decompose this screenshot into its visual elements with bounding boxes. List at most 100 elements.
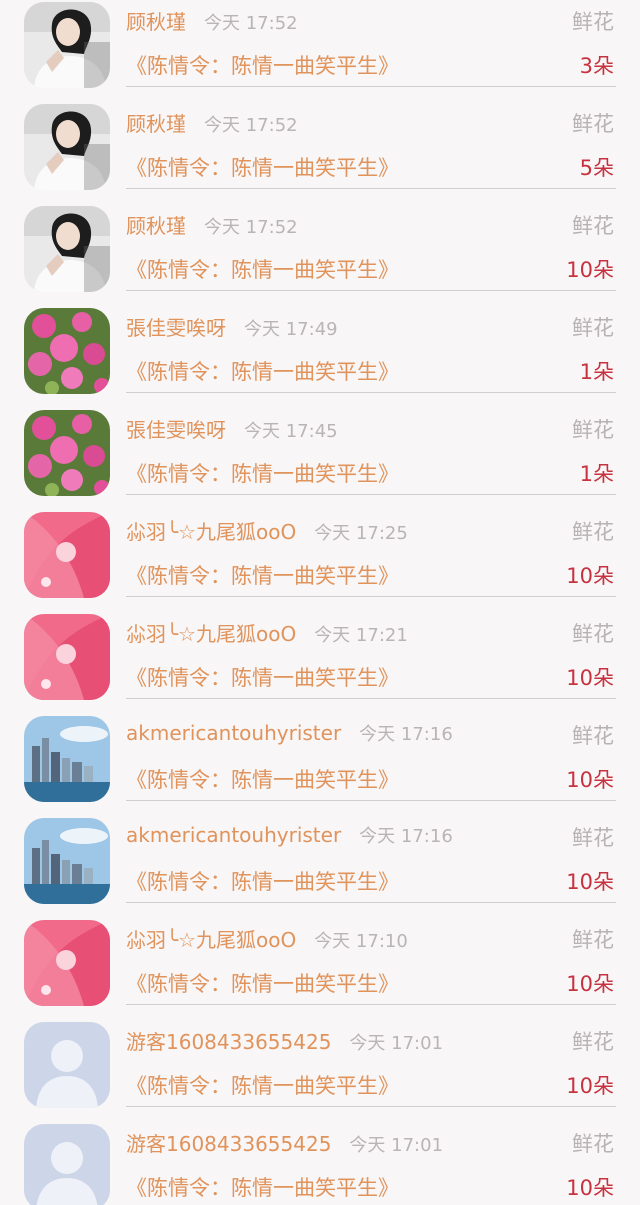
gift-time: 今天 17:21 <box>314 625 408 646</box>
user-avatar[interactable] <box>24 818 110 904</box>
gift-count: 10朵 <box>566 564 614 588</box>
gift-record-list[interactable]: 顾秋瑾 今天 17:52 鲜花 《陈情令：陈情一曲笑平生》 3朵 顾秋瑾 今天 17… <box>0 0 640 1205</box>
book-title[interactable]: 《陈情令：陈情一曲笑平生》 <box>126 254 399 284</box>
user-avatar[interactable] <box>24 2 110 88</box>
user-avatar[interactable] <box>24 308 110 394</box>
user-avatar[interactable] <box>24 206 110 292</box>
user-name[interactable]: akmericantouhyrister <box>126 823 341 847</box>
user-avatar[interactable] <box>24 104 110 190</box>
gift-count: 10朵 <box>566 972 614 996</box>
pink-fox-avatar-image <box>24 614 110 700</box>
gift-time: 今天 17:16 <box>359 826 453 847</box>
row-divider <box>126 596 616 597</box>
user-name[interactable]: 尛羽╰☆九尾狐ooO <box>126 520 296 544</box>
portrait-girl-avatar-image <box>24 206 110 292</box>
user-name[interactable]: 游客1608433655425 <box>126 1030 331 1054</box>
user-name[interactable]: 張佳雯唉呀 <box>126 418 226 442</box>
gift-type: 鲜花 <box>572 214 614 238</box>
book-title[interactable]: 《陈情令：陈情一曲笑平生》 <box>126 152 399 182</box>
gift-count: 5朵 <box>579 156 614 180</box>
gift-record-row[interactable]: 尛羽╰☆九尾狐ooO 今天 17:10 鲜花 《陈情令：陈情一曲笑平生》 10朵 <box>0 920 640 1022</box>
row-divider <box>126 494 616 495</box>
book-title[interactable]: 《陈情令：陈情一曲笑平生》 <box>126 662 399 692</box>
gift-record-row[interactable]: 游客1608433655425 今天 17:01 鲜花 《陈情令：陈情一曲笑平生》… <box>0 1124 640 1205</box>
gift-type: 鲜花 <box>572 418 614 442</box>
gift-record-row[interactable]: 游客1608433655425 今天 17:01 鲜花 《陈情令：陈情一曲笑平生》… <box>0 1022 640 1124</box>
pink-flowers-avatar-image <box>24 308 110 394</box>
user-name[interactable]: 尛羽╰☆九尾狐ooO <box>126 622 296 646</box>
row-divider <box>126 800 616 801</box>
book-title[interactable]: 《陈情令：陈情一曲笑平生》 <box>126 866 399 896</box>
gift-record-row[interactable]: akmericantouhyrister 今天 17:16 鲜花 《陈情令：陈情一… <box>0 818 640 920</box>
gift-count: 10朵 <box>566 870 614 894</box>
gift-record-row[interactable]: 顾秋瑾 今天 17:52 鲜花 《陈情令：陈情一曲笑平生》 10朵 <box>0 206 640 308</box>
gift-record-row[interactable]: 尛羽╰☆九尾狐ooO 今天 17:25 鲜花 《陈情令：陈情一曲笑平生》 10朵 <box>0 512 640 614</box>
gift-record-row[interactable]: 顾秋瑾 今天 17:52 鲜花 《陈情令：陈情一曲笑平生》 3朵 <box>0 2 640 104</box>
user-avatar[interactable] <box>24 512 110 598</box>
user-avatar[interactable] <box>24 1124 110 1205</box>
gift-time: 今天 17:45 <box>244 421 338 442</box>
row-divider <box>126 290 616 291</box>
book-title[interactable]: 《陈情令：陈情一曲笑平生》 <box>126 560 399 590</box>
pink-fox-avatar-image <box>24 512 110 598</box>
gift-time: 今天 17:01 <box>349 1033 444 1054</box>
gift-type: 鲜花 <box>572 1030 614 1054</box>
book-title[interactable]: 《陈情令：陈情一曲笑平生》 <box>126 356 399 386</box>
gift-count: 1朵 <box>579 462 614 486</box>
gift-record-row[interactable]: 顾秋瑾 今天 17:52 鲜花 《陈情令：陈情一曲笑平生》 5朵 <box>0 104 640 206</box>
gift-time: 今天 17:01 <box>349 1135 444 1156</box>
pink-fox-avatar-image <box>24 920 110 1006</box>
row-divider <box>126 86 616 87</box>
book-title[interactable]: 《陈情令：陈情一曲笑平生》 <box>126 1172 399 1202</box>
gift-type: 鲜花 <box>572 10 614 34</box>
row-divider <box>126 392 616 393</box>
gift-time: 今天 17:49 <box>244 319 338 340</box>
portrait-girl-avatar-image <box>24 104 110 190</box>
gift-count: 10朵 <box>566 666 614 690</box>
gift-type: 鲜花 <box>572 724 614 748</box>
user-avatar[interactable] <box>24 614 110 700</box>
gift-record-row[interactable]: 張佳雯唉呀 今天 17:45 鲜花 《陈情令：陈情一曲笑平生》 1朵 <box>0 410 640 512</box>
book-title[interactable]: 《陈情令：陈情一曲笑平生》 <box>126 764 399 794</box>
gift-time: 今天 17:10 <box>314 931 408 952</box>
gift-type: 鲜花 <box>572 928 614 952</box>
user-avatar[interactable] <box>24 920 110 1006</box>
pink-flowers-avatar-image <box>24 410 110 496</box>
gift-time: 今天 17:25 <box>314 523 408 544</box>
user-name[interactable]: akmericantouhyrister <box>126 721 341 745</box>
gift-type: 鲜花 <box>572 1132 614 1156</box>
user-name[interactable]: 顾秋瑾 <box>126 112 186 136</box>
gift-time: 今天 17:52 <box>204 13 298 34</box>
gift-record-row[interactable]: akmericantouhyrister 今天 17:16 鲜花 《陈情令：陈情一… <box>0 716 640 818</box>
portrait-girl-avatar-image <box>24 2 110 88</box>
default-user-avatar-image <box>24 1022 110 1108</box>
book-title[interactable]: 《陈情令：陈情一曲笑平生》 <box>126 1070 399 1100</box>
user-name[interactable]: 顾秋瑾 <box>126 10 186 34</box>
user-name[interactable]: 顾秋瑾 <box>126 214 186 238</box>
gift-type: 鲜花 <box>572 622 614 646</box>
user-name[interactable]: 尛羽╰☆九尾狐ooO <box>126 928 296 952</box>
gift-count: 10朵 <box>566 1074 614 1098</box>
user-name[interactable]: 游客1608433655425 <box>126 1132 331 1156</box>
gift-type: 鲜花 <box>572 112 614 136</box>
user-avatar[interactable] <box>24 716 110 802</box>
book-title[interactable]: 《陈情令：陈情一曲笑平生》 <box>126 50 399 80</box>
gift-time: 今天 17:52 <box>204 217 298 238</box>
row-divider <box>126 698 616 699</box>
row-divider <box>126 1004 616 1005</box>
gift-count: 3朵 <box>579 54 614 78</box>
book-title[interactable]: 《陈情令：陈情一曲笑平生》 <box>126 968 399 998</box>
book-title[interactable]: 《陈情令：陈情一曲笑平生》 <box>126 458 399 488</box>
default-user-avatar-image <box>24 1124 110 1205</box>
row-divider <box>126 1106 616 1107</box>
gift-count: 10朵 <box>566 258 614 282</box>
gift-count: 10朵 <box>566 768 614 792</box>
user-name[interactable]: 張佳雯唉呀 <box>126 316 226 340</box>
row-divider <box>126 188 616 189</box>
user-avatar[interactable] <box>24 410 110 496</box>
gift-count: 10朵 <box>566 1176 614 1200</box>
gift-record-row[interactable]: 尛羽╰☆九尾狐ooO 今天 17:21 鲜花 《陈情令：陈情一曲笑平生》 10朵 <box>0 614 640 716</box>
city-skyline-avatar-image <box>24 716 110 802</box>
gift-record-row[interactable]: 張佳雯唉呀 今天 17:49 鲜花 《陈情令：陈情一曲笑平生》 1朵 <box>0 308 640 410</box>
user-avatar[interactable] <box>24 1022 110 1108</box>
